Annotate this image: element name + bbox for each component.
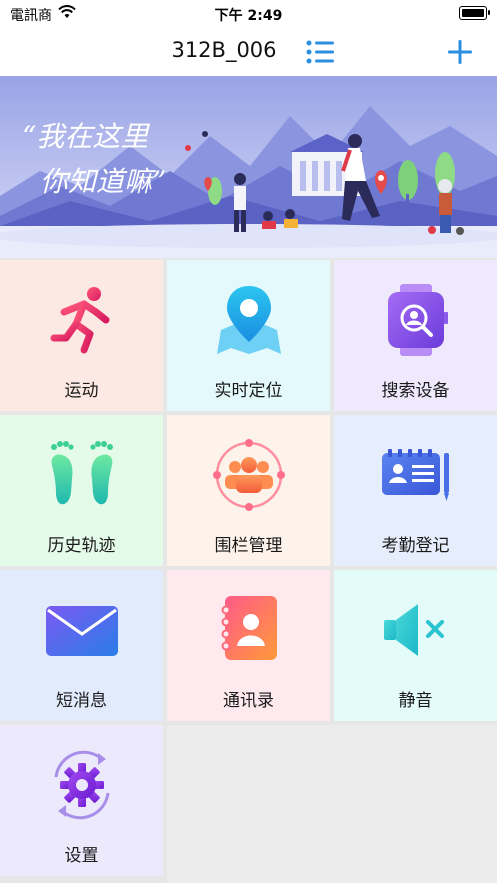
battery-icon xyxy=(459,6,490,20)
menu-item-settings[interactable]: 设置 xyxy=(0,725,163,876)
menu-item-message[interactable]: 短消息 xyxy=(0,570,163,721)
feature-grid: 运动 实时定位 搜索设备 历史轨迹 围栏管理 考勤登记 短消息 通讯录 静音 设… xyxy=(0,258,497,883)
menu-item-label: 静音 xyxy=(398,691,433,711)
clock-time: 下午 2:49 xyxy=(214,8,283,24)
menu-item-label: 考勤登记 xyxy=(381,536,450,556)
menu-item-realtime-location[interactable]: 实时定位 xyxy=(167,260,330,411)
id-card-icon xyxy=(381,449,449,501)
menu-item-label: 搜索设备 xyxy=(381,381,450,401)
menu-item-label: 短消息 xyxy=(56,691,107,711)
menu-item-label: 实时定位 xyxy=(214,381,283,401)
device-title: 312B_006 xyxy=(171,38,277,62)
banner-slogan-line2: 你知道嘛” xyxy=(40,165,166,198)
menu-item-search-device[interactable]: 搜索设备 xyxy=(334,260,497,411)
grid-empty-area xyxy=(167,725,497,883)
menu-item-history-track[interactable]: 历史轨迹 xyxy=(0,415,163,566)
settings-gear-icon xyxy=(54,750,109,820)
fence-group-icon xyxy=(212,439,285,511)
promo-banner[interactable]: “我在这里 你知道嘛” xyxy=(0,76,497,258)
menu-item-label: 设置 xyxy=(64,846,99,866)
list-icon[interactable] xyxy=(303,36,337,68)
contacts-icon xyxy=(221,596,277,660)
menu-item-label: 围栏管理 xyxy=(214,536,283,556)
location-map-icon xyxy=(216,286,281,354)
menu-item-sport[interactable]: 运动 xyxy=(0,260,163,411)
menu-item-contacts[interactable]: 通讯录 xyxy=(167,570,330,721)
menu-item-fence-management[interactable]: 围栏管理 xyxy=(167,415,330,566)
footprints-icon xyxy=(50,441,113,505)
nav-bar: 312B_006 xyxy=(0,28,497,76)
status-bar: 電訊商 下午 2:49 xyxy=(0,0,497,28)
banner-slogan-line1: “我在这里 xyxy=(22,120,150,153)
banner-illustration: “我在这里 你知道嘛” xyxy=(0,76,497,258)
menu-item-label: 历史轨迹 xyxy=(47,536,116,556)
menu-item-attendance[interactable]: 考勤登记 xyxy=(334,415,497,566)
plus-icon[interactable] xyxy=(444,36,476,68)
mute-speaker-icon xyxy=(383,604,444,656)
menu-item-label: 通讯录 xyxy=(223,691,274,711)
envelope-icon xyxy=(45,606,118,656)
menu-item-label: 运动 xyxy=(64,381,99,401)
watch-search-icon xyxy=(387,284,448,356)
menu-item-mute[interactable]: 静音 xyxy=(334,570,497,721)
running-icon xyxy=(50,287,109,354)
